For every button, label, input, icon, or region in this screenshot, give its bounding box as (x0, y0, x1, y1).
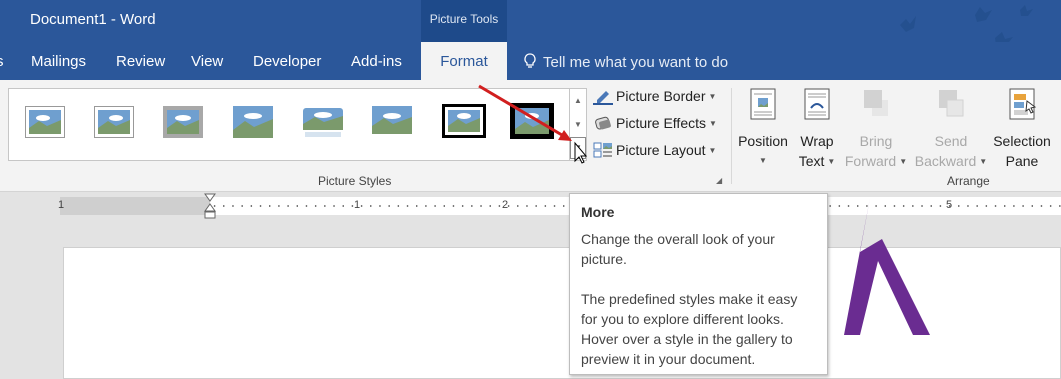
picture-tools-label: Picture Tools (421, 0, 507, 42)
horizontal-ruler[interactable]: 1 1 2 5 (58, 193, 1061, 219)
style-thumb-2[interactable] (94, 106, 134, 138)
picture-styles-gallery[interactable] (8, 88, 570, 161)
ruler-number: 2 (502, 199, 509, 211)
position-icon (750, 88, 776, 120)
wrap-text-icon (804, 88, 830, 120)
tell-me-text: Tell me what you want to do (543, 54, 729, 71)
style-thumb-6[interactable] (372, 106, 412, 138)
style-thumb-5[interactable] (303, 106, 343, 138)
gallery-scroll-up-icon[interactable]: ▲ (570, 89, 586, 113)
tab-add-ins[interactable]: Add-ins (351, 53, 402, 70)
picture-effects-button[interactable]: Picture Effects ▼ (593, 114, 717, 136)
tab-view[interactable]: View (191, 53, 223, 70)
picture-border-button[interactable]: Picture Border ▼ (593, 87, 716, 109)
picture-layout-button[interactable]: Picture Layout ▼ (593, 141, 716, 163)
ribbon-tab-row: s Mailings Review View Developer Add-ins… (0, 42, 1061, 80)
ruler-number: 1 (354, 199, 361, 211)
picture-styles-group-label: Picture Styles (318, 174, 392, 188)
style-thumb-8[interactable] (510, 103, 554, 139)
tooltip-line-2: The predefined styles make it easy for y… (581, 291, 798, 367)
ruler-margin (60, 197, 210, 215)
tab-review[interactable]: Review (116, 53, 165, 70)
picture-border-icon (593, 91, 613, 105)
gallery-scrollbar[interactable]: ▲ ▼ ▼ (570, 88, 587, 161)
tab-mailings[interactable]: Mailings (31, 53, 86, 70)
ribbon: ▲ ▼ ▼ Picture Border ▼ Picture Effects ▼ P… (0, 80, 1061, 192)
style-thumb-7[interactable] (442, 104, 486, 138)
indent-marker-icon[interactable] (204, 193, 216, 219)
send-backward-button[interactable]: Send Backward ▼ (912, 88, 990, 172)
style-thumb-4[interactable] (233, 106, 273, 138)
document-page[interactable] (63, 247, 1061, 379)
ruler-number: 1 (58, 199, 65, 211)
picture-layout-icon (593, 142, 612, 158)
position-button[interactable]: Position ▼ (736, 88, 790, 171)
tab-developer[interactable]: Developer (253, 53, 321, 70)
selection-pane-icon (1009, 88, 1037, 120)
bring-forward-button[interactable]: Bring Forward ▼ (843, 88, 909, 172)
gallery-scroll-down-icon[interactable]: ▼ (570, 113, 586, 137)
title-bar: Document1 - Word Picture Tools (0, 0, 1061, 47)
ruler-number: 5 (946, 199, 953, 211)
picture-effects-icon (595, 116, 611, 130)
group-divider (731, 88, 732, 184)
wrap-text-button[interactable]: Wrap Text ▼ (795, 88, 839, 172)
window-title: Document1 - Word (30, 11, 156, 28)
bring-forward-icon (864, 90, 888, 116)
arrange-group-label: Arrange (947, 174, 990, 188)
gallery-more-icon[interactable]: ▼ (570, 137, 586, 159)
style-thumb-1[interactable] (25, 106, 65, 138)
lightbulb-icon (524, 53, 536, 68)
tell-me-search[interactable]: Tell me what you want to do (523, 53, 728, 71)
tooltip-title: More (581, 204, 615, 220)
tab-format[interactable]: Format (421, 42, 507, 80)
tooltip-line-1: Change the overall look of your picture. (581, 231, 775, 267)
selection-pane-button[interactable]: Selection Pane (990, 88, 1054, 171)
dialog-launcher-icon[interactable]: ◢ (716, 176, 725, 185)
tab-references[interactable]: s (0, 53, 4, 70)
more-tooltip: More Change the overall look of your pic… (569, 193, 828, 375)
send-backward-icon (939, 90, 964, 117)
style-thumb-3[interactable] (163, 106, 203, 138)
